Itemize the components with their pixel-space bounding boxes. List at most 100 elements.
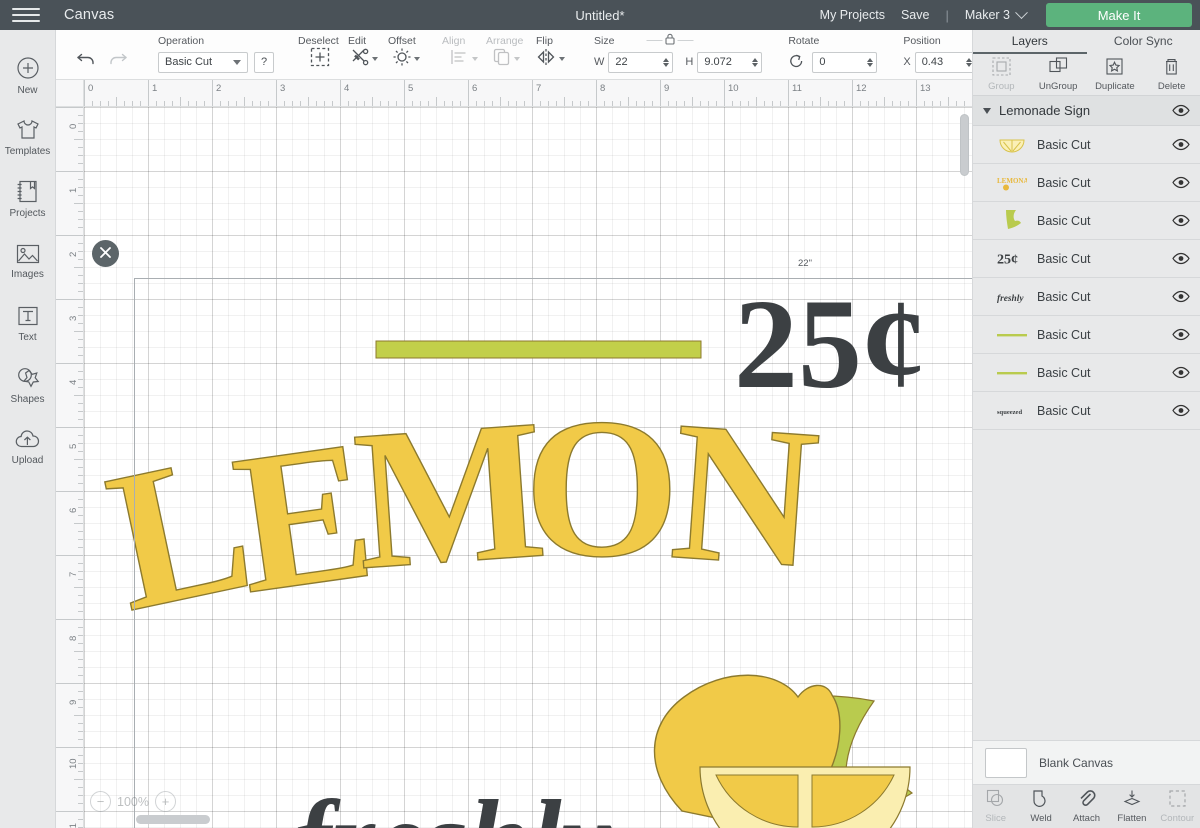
vertical-scrollbar[interactable] [960,112,969,828]
sidebar-item-images[interactable]: Images [0,230,56,292]
contour-button[interactable]: Contour [1155,785,1200,828]
attach-button[interactable]: Attach [1064,785,1109,828]
operation-help-button[interactable]: ? [254,51,274,73]
weld-button[interactable]: Weld [1018,785,1063,828]
rotate-field[interactable] [812,51,878,73]
duplicate-button[interactable]: Duplicate [1087,54,1144,95]
tab-layers[interactable]: Layers [973,30,1087,54]
sidebar-item-templates[interactable]: Templates [0,106,56,168]
sidebar-item-shapes[interactable]: Shapes [0,354,56,416]
eye-icon[interactable] [1172,214,1190,228]
zoom-in-button[interactable]: + [154,791,176,812]
layer-group-row[interactable]: Lemonade Sign [973,96,1200,126]
size-lock-toggle[interactable] [646,33,694,48]
size-w-input[interactable] [615,56,662,68]
ruler-label: 5 [408,83,414,94]
redo-button[interactable] [102,44,132,74]
divider [677,39,694,41]
table-row[interactable]: 25¢ Basic Cut [973,240,1200,278]
ruler-subtick [74,651,83,652]
eye-icon[interactable] [1172,138,1190,152]
ruler-label: 1 [68,187,79,193]
size-h-input[interactable] [704,56,751,68]
layer-name: Basic Cut [1037,289,1091,304]
position-x-field[interactable] [914,51,976,73]
weld-icon [1032,789,1051,811]
hamburger-icon[interactable] [12,8,52,22]
eye-icon[interactable] [1172,328,1190,342]
freshly-thumb: freshly [997,284,1027,310]
panel-actions: Group UnGroup Duplicate Delete [973,54,1200,96]
sidebar-item-text[interactable]: Text [0,292,56,354]
table-row[interactable]: freshly Basic Cut [973,278,1200,316]
machine-selector[interactable]: Maker 3 [964,5,1028,22]
horizontal-ruler: 0 1 2 3 4 5 6 7 8 9 10 11 12 13 [84,80,972,107]
chevron-down-icon[interactable] [983,107,991,114]
eye-icon[interactable] [1172,176,1190,190]
sidebar-item-upload[interactable]: Upload [0,416,56,478]
size-h-field[interactable] [697,51,763,73]
deselect-button[interactable] [302,44,338,74]
edit-button[interactable] [346,44,382,74]
vertical-scrollbar-thumb[interactable] [960,114,969,176]
align-button[interactable] [446,44,482,74]
eye-icon[interactable] [1172,404,1190,418]
horizontal-scrollbar-thumb[interactable] [136,815,210,824]
sidebar-item-new[interactable]: New [0,44,56,106]
undo-button[interactable] [72,44,102,74]
deselect-icon [309,46,331,71]
zoom-out-button[interactable]: − [90,791,111,812]
group-button[interactable]: Group [973,54,1030,95]
delete-button[interactable]: Delete [1143,54,1200,95]
table-row[interactable]: LEMONADE Basic Cut [973,164,1200,202]
selection-bounding-box [134,278,972,828]
design-canvas[interactable]: 012345678910111213 01234567891011 25¢ L … [56,80,972,828]
tab-color-sync[interactable]: Color Sync [1087,30,1200,54]
ruler-tick [404,80,405,106]
my-projects-link[interactable]: My Projects [820,8,885,22]
eye-icon[interactable] [1172,290,1190,304]
eye-icon[interactable] [1172,366,1190,380]
table-row[interactable]: Basic Cut [973,316,1200,354]
operation-select[interactable]: Basic Cut [158,51,248,73]
rotate-input[interactable] [819,56,866,68]
delete-selection-handle[interactable] [92,240,119,267]
table-row[interactable]: Basic Cut [973,354,1200,392]
table-row[interactable]: squeezed Basic Cut [973,392,1200,430]
size-w-field[interactable] [608,51,674,73]
offset-button[interactable] [388,44,424,74]
redo-icon [106,48,128,69]
size-h-stepper[interactable] [752,57,759,67]
canvas-background-row[interactable]: Blank Canvas [973,740,1200,784]
canvas-grid[interactable]: 25¢ L E M O N freshly [84,107,972,828]
arrange-button[interactable] [488,44,524,74]
flip-button[interactable] [532,44,568,74]
flatten-button[interactable]: Flatten [1109,785,1154,828]
table-row[interactable]: Basic Cut [973,202,1200,240]
green-bar-thumb [997,360,1027,386]
save-button[interactable]: Save [901,8,930,22]
eye-icon[interactable] [1172,252,1190,266]
machine-label: Maker 3 [964,8,1010,22]
rotate-stepper[interactable] [867,57,874,67]
position-x-stepper[interactable] [965,57,972,67]
right-panel: Layers Color Sync Group UnGroup Duplicat… [972,30,1200,828]
lemon-slice-thumb [997,132,1027,158]
lemon-body-shape [653,674,841,826]
table-row[interactable]: Basic Cut [973,126,1200,164]
canvas-color-swatch[interactable] [985,747,1027,778]
ruler-label: 9 [68,699,79,705]
duplicate-icon [1105,57,1124,79]
make-it-button[interactable]: Make It [1046,3,1192,27]
ungroup-button[interactable]: UnGroup [1030,54,1087,95]
ruler-tick [340,80,341,106]
eye-icon[interactable] [1172,104,1190,118]
position-x-input[interactable] [921,56,964,68]
ruler-tick [56,747,83,748]
slice-button[interactable]: Slice [973,785,1018,828]
price-25c-thumb: 25¢ [997,246,1027,272]
horizontal-scrollbar[interactable] [56,815,972,824]
size-w-stepper[interactable] [663,57,670,67]
ruler-label: 9 [664,83,670,94]
sidebar-item-projects[interactable]: Projects [0,168,56,230]
